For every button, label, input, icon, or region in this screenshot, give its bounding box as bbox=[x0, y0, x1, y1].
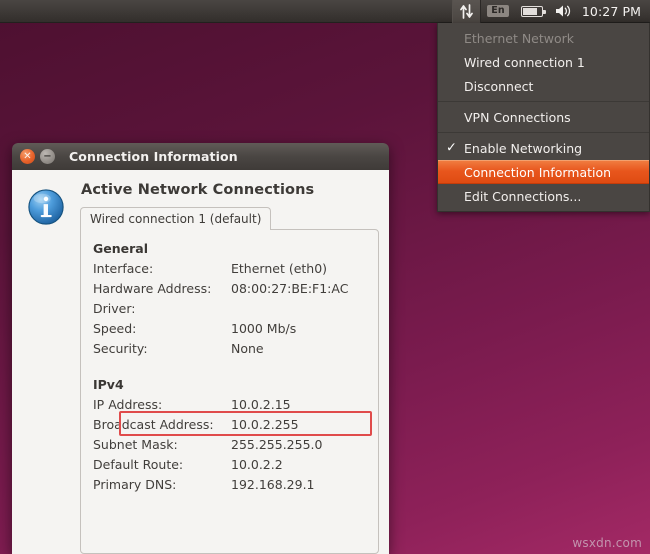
info-row-primary-dns: Primary DNS: 192.168.29.1 bbox=[93, 475, 368, 495]
info-row-default-route: Default Route: 10.0.2.2 bbox=[93, 455, 368, 475]
menu-item-edit-connections[interactable]: Edit Connections... bbox=[438, 184, 649, 208]
menu-item-label: Ethernet Network bbox=[464, 30, 575, 46]
section-title-ipv4: IPv4 bbox=[93, 377, 124, 392]
connection-information-dialog: ✕ − Connection Information Active Networ… bbox=[12, 143, 389, 554]
menu-separator bbox=[438, 101, 649, 102]
row-label: IP Address: bbox=[93, 397, 163, 412]
tabstrip: Wired connection 1 (default) bbox=[80, 207, 379, 230]
row-label: Broadcast Address: bbox=[93, 417, 214, 432]
dialog-titlebar[interactable]: ✕ − Connection Information bbox=[12, 143, 389, 170]
page-title: Active Network Connections bbox=[81, 182, 315, 198]
section-title-general: General bbox=[93, 241, 148, 256]
row-value: 10.0.2.255 bbox=[231, 417, 299, 432]
info-row-speed: Speed: 1000 Mb/s bbox=[93, 319, 368, 339]
battery-indicator[interactable] bbox=[515, 0, 549, 23]
row-value: None bbox=[231, 341, 264, 356]
network-menu: Ethernet Network Wired connection 1 Disc… bbox=[437, 23, 650, 212]
info-row-driver: Driver: bbox=[93, 299, 368, 319]
menu-item-label: Edit Connections... bbox=[464, 188, 582, 204]
row-label: Primary DNS: bbox=[93, 477, 177, 492]
info-icon bbox=[28, 189, 64, 225]
tab-label: Wired connection 1 (default) bbox=[90, 212, 262, 226]
row-value bbox=[231, 299, 368, 319]
dialog-main: Active Network Connections Wired connect… bbox=[80, 182, 379, 554]
menu-item-label: Wired connection 1 bbox=[464, 54, 585, 70]
checkmark-icon: ✓ bbox=[446, 140, 457, 156]
watermark: wsxdn.com bbox=[572, 536, 642, 550]
keyboard-layout-label: En bbox=[487, 4, 509, 18]
menu-item-connection-information[interactable]: Connection Information bbox=[438, 160, 649, 184]
keyboard-layout-indicator[interactable]: En bbox=[481, 0, 515, 23]
menu-item-label: Disconnect bbox=[464, 78, 534, 94]
menu-item-label: VPN Connections bbox=[464, 109, 571, 125]
menu-item-vpn-connections[interactable]: VPN Connections bbox=[438, 105, 649, 129]
window-title: Connection Information bbox=[69, 149, 238, 164]
tab-wired-connection-1[interactable]: Wired connection 1 (default) bbox=[80, 207, 272, 230]
info-row-interface: Interface: Ethernet (eth0) bbox=[93, 259, 368, 279]
menu-item-ethernet-network: Ethernet Network bbox=[438, 26, 649, 50]
menu-item-enable-networking[interactable]: ✓ Enable Networking bbox=[438, 136, 649, 160]
menu-item-disconnect[interactable]: Disconnect bbox=[438, 74, 649, 98]
row-value: 192.168.29.1 bbox=[231, 477, 315, 492]
row-label: Subnet Mask: bbox=[93, 437, 178, 452]
menu-item-wired-connection-1[interactable]: Wired connection 1 bbox=[438, 50, 649, 74]
row-label: Driver: bbox=[93, 301, 136, 316]
menu-item-label: Enable Networking bbox=[464, 140, 583, 156]
menu-separator bbox=[438, 132, 649, 133]
row-label: Speed: bbox=[93, 321, 137, 336]
info-row-ip-address: IP Address: 10.0.2.15 bbox=[93, 395, 368, 415]
row-label: Interface: bbox=[93, 261, 154, 276]
info-icon-column bbox=[22, 182, 80, 554]
dialog-body: Active Network Connections Wired connect… bbox=[12, 170, 389, 554]
volume-icon bbox=[555, 5, 570, 17]
row-value: 10.0.2.15 bbox=[231, 397, 291, 412]
volume-indicator[interactable] bbox=[549, 0, 579, 23]
row-value: 255.255.255.0 bbox=[231, 437, 323, 452]
info-row-security: Security: None bbox=[93, 339, 368, 359]
row-value: 10.0.2.2 bbox=[231, 457, 283, 472]
row-value: Ethernet (eth0) bbox=[231, 261, 328, 276]
row-label: Security: bbox=[93, 341, 148, 356]
top-panel: En 10:27 PM bbox=[0, 0, 650, 23]
row-label: Hardware Address: bbox=[93, 281, 212, 296]
tab-panel: General Interface: Ethernet (eth0) Hardw… bbox=[80, 229, 379, 554]
network-arrows-icon bbox=[460, 3, 474, 19]
info-row-subnet-mask: Subnet Mask: 255.255.255.0 bbox=[93, 435, 368, 455]
desktop: En 10:27 PM Ethernet Network Wired conne… bbox=[0, 0, 650, 554]
network-indicator-button[interactable] bbox=[452, 0, 482, 23]
clock[interactable]: 10:27 PM bbox=[579, 4, 650, 19]
row-value: 08:00:27:BE:F1:AC bbox=[231, 281, 349, 296]
row-label: Default Route: bbox=[93, 457, 184, 472]
close-icon[interactable]: ✕ bbox=[20, 149, 35, 164]
battery-icon bbox=[520, 5, 546, 17]
info-row-broadcast-address: Broadcast Address: 10.0.2.255 bbox=[93, 415, 368, 435]
menu-item-label: Connection Information bbox=[464, 164, 612, 180]
minimize-icon[interactable]: − bbox=[40, 149, 55, 164]
info-row-hardware-address: Hardware Address: 08:00:27:BE:F1:AC bbox=[93, 279, 368, 299]
row-value: 1000 Mb/s bbox=[231, 321, 297, 336]
